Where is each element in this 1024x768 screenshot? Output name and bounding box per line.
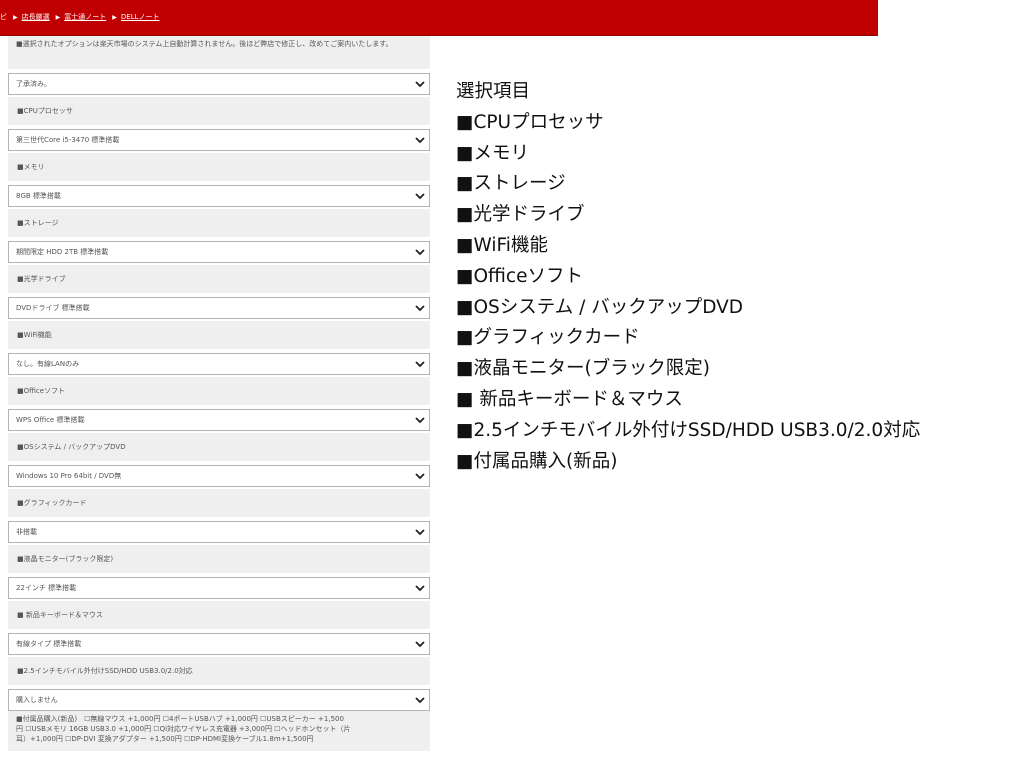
summary-item: ■CPUプロセッサ — [456, 111, 604, 133]
option-select-value: 購入しません — [16, 696, 58, 704]
option-select[interactable]: 第三世代Core i5-3470 標準搭載 — [8, 129, 430, 151]
option-label-block: ■光学ドライブ — [8, 265, 430, 293]
option-select-value: 非搭載 — [16, 528, 37, 536]
breadcrumb-arrow-icon: ▶ — [112, 13, 117, 21]
chevron-down-icon — [415, 305, 425, 312]
option-select-value: 22インチ 標準搭載 — [16, 584, 77, 592]
summary-item: ■グラフィックカード — [456, 327, 640, 349]
accessories-line-3: 耳）+1,000円 ☐DP-DVI 変換アダプター +1,500円 ☐DP-HD… — [16, 735, 314, 743]
chevron-down-icon — [415, 585, 425, 592]
option-label: ■WiFi機能 — [17, 331, 52, 339]
option-select[interactable]: WPS Office 標準搭載 — [8, 409, 430, 431]
option-label: ■ストレージ — [17, 219, 59, 227]
option-select[interactable]: 22インチ 標準搭載 — [8, 577, 430, 599]
option-label-block: ■ 新品キーボード＆マウス — [8, 601, 430, 629]
option-label: ■光学ドライブ — [17, 275, 66, 283]
option-label-block: ■WiFi機能 — [8, 321, 430, 349]
summary-item: ■付属品購入(新品) — [456, 450, 618, 472]
breadcrumb-home[interactable]: ビ — [0, 12, 7, 22]
summary-item: ■WiFi機能 — [456, 234, 548, 256]
option-select-value: 期間限定 HDD 2TB 標準搭載 — [16, 248, 109, 256]
summary-item: ■液晶モニター(ブラック限定) — [456, 358, 710, 380]
chevron-down-icon — [415, 473, 425, 480]
accessories-line-1: ■付属品購入(新品) ☐無線マウス +1,000円 ☐4ポートUSBハブ +1,… — [16, 715, 344, 723]
option-select-value: 第三世代Core i5-3470 標準搭載 — [16, 136, 120, 144]
option-select[interactable]: 期間限定 HDD 2TB 標準搭載 — [8, 241, 430, 263]
breadcrumb-arrow-icon: ▶ — [55, 13, 61, 21]
option-label-block: ■OSシステム / バックアップDVD — [8, 433, 430, 461]
chevron-down-icon — [415, 81, 425, 88]
option-label: ■ 新品キーボード＆マウス — [17, 611, 103, 619]
chevron-down-icon — [415, 361, 425, 368]
option-label-block: ■Officeソフト — [8, 377, 430, 405]
option-label: ■Officeソフト — [17, 387, 66, 395]
option-select[interactable]: 非搭載 — [8, 521, 430, 543]
accessories-line-2: 円 ☐USBメモリ 16GB USB3.0 +1,000円 ☐Qi対応ワイヤレス… — [16, 725, 351, 733]
option-label: ■液晶モニター(ブラック限定) — [17, 555, 114, 563]
chevron-down-icon — [415, 193, 425, 200]
option-select[interactable]: DVDドライブ 標準搭載 — [8, 297, 430, 319]
option-label-block: ■CPUプロセッサ — [8, 97, 430, 125]
option-label: ■2.5インチモバイル外付けSSD/HDD USB3.0/2.0対応 — [17, 667, 193, 675]
chevron-down-icon — [415, 137, 425, 144]
summary-item: ■ストレージ — [456, 173, 566, 195]
breadcrumb: ビ ▶ 店長厳選 ▶ 富士通ノート ▶ DELLノート — [0, 12, 160, 22]
option-select[interactable]: 購入しません — [8, 689, 430, 711]
header-bar: ビ ▶ 店長厳選 ▶ 富士通ノート ▶ DELLノート — [0, 0, 878, 36]
chevron-down-icon — [415, 697, 425, 704]
option-label-block: ■ストレージ — [8, 209, 430, 237]
option-label: ■グラフィックカード — [17, 499, 87, 507]
option-select[interactable]: なし。有線LANのみ — [8, 353, 430, 375]
option-label-block: ■液晶モニター(ブラック限定) — [8, 545, 430, 573]
chevron-down-icon — [415, 417, 425, 424]
summary-item: ■光学ドライブ — [456, 204, 585, 226]
selected-items-summary: 選択項目 ■CPUプロセッサ ■メモリ ■ストレージ ■光学ドライブ ■WiFi機能 ■O… — [456, 79, 920, 472]
option-label-block: ■メモリ — [8, 153, 430, 181]
summary-item: ■ 新品キーボード＆マウス — [456, 388, 683, 410]
breadcrumb-link-3[interactable]: DELLノート — [121, 12, 160, 22]
option-select-value: なし。有線LANのみ — [16, 360, 80, 368]
chevron-down-icon — [415, 529, 425, 536]
summary-item: ■2.5インチモバイル外付けSSD/HDD USB3.0/2.0対応 — [456, 419, 921, 441]
intro-note: ■選択されたオプションは楽天市場のシステム上自動計算されません。後ほど弊店で修正… — [8, 36, 430, 69]
option-select[interactable]: 有線タイプ 標準搭載 — [8, 633, 430, 655]
option-select[interactable]: Windows 10 Pro 64bit / DVD無 — [8, 465, 430, 487]
option-label-block: ■2.5インチモバイル外付けSSD/HDD USB3.0/2.0対応 — [8, 657, 430, 685]
summary-item: ■メモリ — [456, 142, 529, 164]
option-select-value: Windows 10 Pro 64bit / DVD無 — [16, 472, 122, 480]
breadcrumb-link-1[interactable]: 店長厳選 — [22, 12, 50, 22]
option-select-value: 8GB 標準搭載 — [16, 192, 61, 200]
option-label: ■CPUプロセッサ — [17, 107, 73, 115]
summary-item: ■OSシステム / バックアップDVD — [456, 296, 744, 318]
chevron-down-icon — [415, 641, 425, 648]
option-select-value: 有線タイプ 標準搭載 — [16, 640, 82, 648]
accessories-note: ■付属品購入(新品) ☐無線マウス +1,000円 ☐4ポートUSBハブ +1,… — [8, 711, 430, 751]
breadcrumb-link-2[interactable]: 富士通ノート — [64, 12, 106, 22]
option-select-value: DVDドライブ 標準搭載 — [16, 304, 90, 312]
summary-title: 選択項目 — [456, 81, 531, 102]
summary-item: ■Officeソフト — [456, 265, 583, 287]
agreement-select[interactable]: 了承済み。 — [8, 73, 430, 95]
agreement-select-value: 了承済み。 — [16, 80, 51, 88]
breadcrumb-arrow-icon: ▶ — [13, 13, 18, 21]
chevron-down-icon — [415, 249, 425, 256]
option-label: ■メモリ — [17, 163, 45, 171]
option-select[interactable]: 8GB 標準搭載 — [8, 185, 430, 207]
option-label: ■OSシステム / バックアップDVD — [17, 443, 126, 451]
option-select-value: WPS Office 標準搭載 — [16, 416, 85, 424]
option-label-block: ■グラフィックカード — [8, 489, 430, 517]
